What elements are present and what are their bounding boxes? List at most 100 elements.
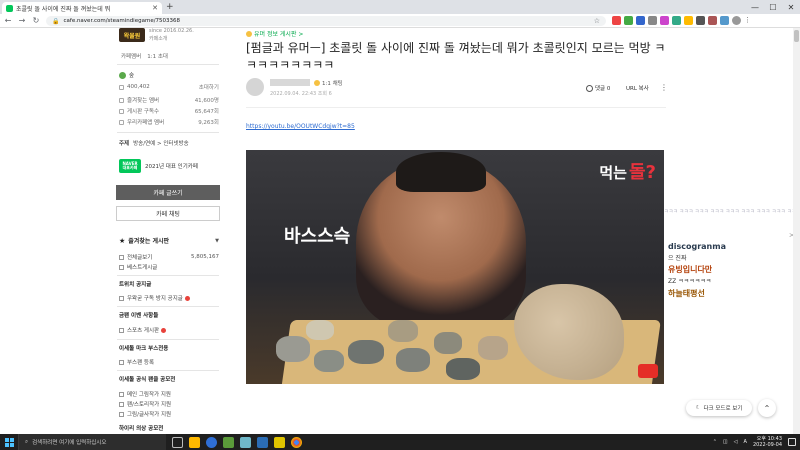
stat-label: 게시판 구독수 <box>127 109 160 115</box>
scroll-top-button[interactable]: ⌃ <box>758 399 776 417</box>
extension-icon[interactable] <box>708 16 717 25</box>
scrollbar-thumb[interactable] <box>794 30 799 42</box>
board-breadcrumb[interactable]: 유머 정보 게시판 > <box>246 29 303 38</box>
reload-button[interactable]: ↻ <box>32 16 40 25</box>
page-scrollbar[interactable] <box>793 28 800 434</box>
minecraft-icon[interactable] <box>223 436 234 448</box>
board-label: 그림/글사작가 지원 <box>127 412 172 418</box>
board-group-title: 하이리 의상 공모전 <box>119 426 164 432</box>
youtube-logo-icon <box>638 364 658 378</box>
author-name-blurred[interactable] <box>270 79 310 86</box>
extension-icon[interactable] <box>612 16 621 25</box>
extension-icon[interactable] <box>636 16 645 25</box>
extension-icon[interactable] <box>648 16 657 25</box>
chrome-icon[interactable] <box>291 436 302 448</box>
extension-icon[interactable] <box>684 16 693 25</box>
chat-username: 유빙입니다만 <box>668 265 713 274</box>
comments-button[interactable]: 댓글 0 <box>586 84 610 92</box>
author-row: 1:1 채팅 2022.09.04. 22:43 조회 6 댓글 0 URL 복… <box>246 78 668 100</box>
member-count-row[interactable]: 400,402 초대하기 <box>119 83 219 91</box>
tray-expand-icon[interactable]: ⌃ <box>713 439 717 445</box>
cafe-logo[interactable]: 왁물원 <box>119 28 145 42</box>
network-icon[interactable]: ◫ <box>723 439 728 445</box>
board-icon <box>119 327 124 333</box>
board-item[interactable]: 메인 그림작가 지원 <box>119 390 219 398</box>
divider <box>117 275 219 276</box>
start-button[interactable] <box>0 434 18 450</box>
chat-with-author[interactable]: 1:1 채팅 <box>314 79 343 87</box>
rock <box>314 350 344 372</box>
clock[interactable]: 오후 10:43 2022-09-04 <box>753 436 782 448</box>
board-all-posts[interactable]: 전체글보기 5,805,167 <box>119 253 219 261</box>
board-item[interactable]: 스포츠 게시판 <box>119 326 219 334</box>
maximize-button[interactable]: ☐ <box>764 0 782 14</box>
url-copy-button[interactable]: URL 복사 <box>626 84 649 92</box>
taskbar-search[interactable]: ⌕ 검색하려면 여기에 입력하십시오 <box>18 434 166 450</box>
youtube-link[interactable]: https://youtu.be/OOUtWCdgjw?t=85 <box>246 123 355 130</box>
browser-tab[interactable]: 초콜릿 돌 사이에 진짜 돌 껴놨는데 뭐 ✕ <box>2 2 162 14</box>
toolbar: ← → ↻ 🔒 cafe.naver.com/steamindiegame/75… <box>0 14 800 28</box>
tab-title: 초콜릿 돌 사이에 진짜 돌 껴놨는데 뭐 <box>16 5 111 13</box>
more-options-icon[interactable]: ⋮ <box>660 83 668 92</box>
extension-icon[interactable] <box>720 16 729 25</box>
board-item[interactable]: 그림/글사작가 지원 <box>119 410 219 418</box>
board-best-posts[interactable]: 베스트게시글 <box>119 263 219 271</box>
profile-avatar[interactable] <box>732 16 741 25</box>
topic-value[interactable]: 방송/연예 > 인터넷방송 <box>133 139 189 147</box>
award-text: 2021년 대표 인기카페 <box>145 164 198 170</box>
menu-kebab-icon[interactable]: ⋮ <box>744 16 753 25</box>
favorite-boards-header[interactable]: ★ 즐겨찾는 게시판 ▼ <box>119 236 219 246</box>
taskbar: ⌕ 검색하려면 여기에 입력하십시오 ⌃ ◫ ◁ A 오후 10:43 2022… <box>0 434 800 450</box>
new-tab-button[interactable]: + <box>166 2 174 12</box>
comments-label: 댓글 0 <box>595 86 611 92</box>
cafe-intro-link[interactable]: 카페소개 <box>149 35 167 42</box>
video-thumbnail[interactable]: 먹는 돌? 바스스슥 <box>246 150 664 384</box>
app-icon[interactable] <box>274 436 285 448</box>
stat-row[interactable]: 즐겨찾는 멤버 41,600명 <box>119 96 219 104</box>
board-item[interactable]: 우왁굳 구독 방지 공지글 <box>119 294 219 302</box>
extension-icon[interactable] <box>672 16 681 25</box>
window-controls: — ☐ ✕ <box>746 0 800 14</box>
stat-row[interactable]: 우리카페앱 멤버 9,263회 <box>119 118 219 126</box>
write-post-button[interactable]: 카페 글쓰기 <box>116 185 220 200</box>
board-icon <box>119 254 124 260</box>
ime-icon[interactable]: A <box>744 439 747 445</box>
cafe-chat-button[interactable]: 카페 채팅 <box>116 206 220 221</box>
dark-mode-button[interactable]: ☾ 다크 모드로 보기 <box>686 400 752 416</box>
video-caption-top: 먹는 돌? <box>599 158 656 184</box>
board-group-title: 금팬 이벤 사항들 <box>119 313 159 319</box>
volume-icon[interactable]: ◁ <box>734 439 738 445</box>
author-avatar[interactable] <box>246 78 264 96</box>
file-explorer-icon[interactable] <box>189 436 200 448</box>
address-bar[interactable]: 🔒 cafe.naver.com/steamindiegame/7503368 … <box>46 16 606 26</box>
board-item[interactable]: 팬/스토리작가 지원 <box>119 400 219 408</box>
clock-date: 2022-09-04 <box>752 442 782 448</box>
board-item[interactable]: 부스팬 등록 <box>119 358 219 366</box>
chat-invite-link[interactable]: 1:1 초대 <box>147 52 168 60</box>
stat-value: 초대하기 <box>198 85 219 91</box>
close-tab-icon[interactable]: ✕ <box>152 4 158 12</box>
new-post-badge <box>184 295 190 301</box>
board-group-title: 이세돌 마크 부스전용 <box>119 346 169 352</box>
collapse-triangle-icon[interactable]: ▼ <box>215 238 219 244</box>
back-button[interactable]: ← <box>4 16 12 25</box>
extension-icon[interactable] <box>624 16 633 25</box>
bookmark-star-icon[interactable]: ☆ <box>594 17 600 25</box>
extension-icon[interactable] <box>696 16 705 25</box>
moon-icon: ☾ <box>695 405 701 411</box>
cafe-member-link[interactable]: 카페멤버 <box>121 52 141 60</box>
extensions: ⋮ <box>612 16 753 25</box>
board-icon <box>246 30 252 37</box>
app-icon[interactable] <box>240 436 251 448</box>
grade-icon <box>314 80 320 86</box>
forward-button[interactable]: → <box>18 16 26 25</box>
minimize-button[interactable]: — <box>746 0 764 14</box>
task-view-icon[interactable] <box>172 436 183 448</box>
edge-icon[interactable] <box>206 436 217 448</box>
extension-icon[interactable] <box>660 16 669 25</box>
address-url: cafe.naver.com/steamindiegame/7503368 <box>63 18 181 24</box>
vscode-icon[interactable] <box>257 436 268 448</box>
stat-row[interactable]: 게시판 구독수 65,647회 <box>119 107 219 115</box>
close-window-button[interactable]: ✕ <box>782 0 800 14</box>
notification-icon[interactable] <box>788 438 796 446</box>
